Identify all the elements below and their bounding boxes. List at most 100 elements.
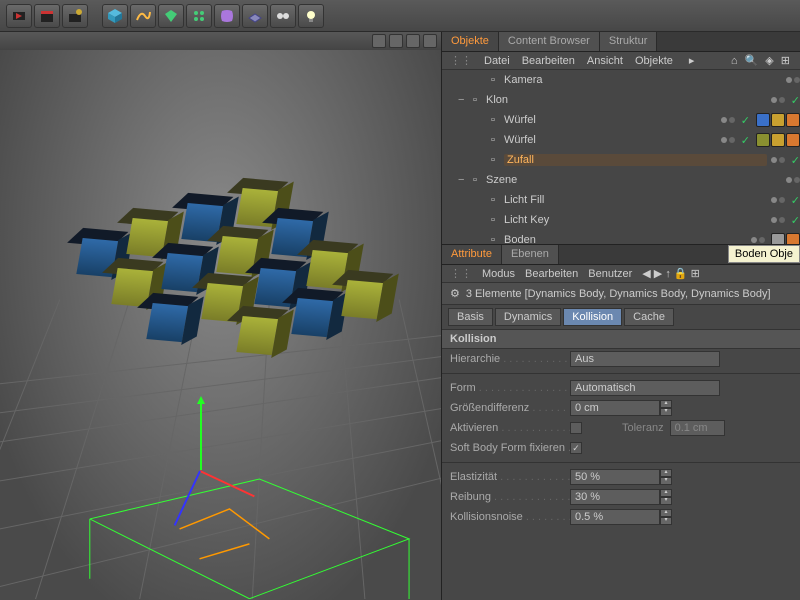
menu-ansicht[interactable]: Ansicht: [587, 55, 623, 67]
tree-row[interactable]: ▫Boden: [442, 230, 800, 245]
clapper-icon[interactable]: [34, 4, 60, 28]
object-manager-menu: ⋮⋮ Datei Bearbeiten Ansicht Objekte ▸ ⌂ …: [442, 52, 800, 70]
attribute-tabs: Attribute Ebenen Boden Obje: [442, 245, 800, 265]
spinner-noise[interactable]: ▴▾: [660, 509, 672, 525]
tree-label[interactable]: Licht Fill: [504, 194, 767, 206]
label-reibung: Reibung: [450, 491, 570, 503]
visibility-dots[interactable]: [786, 177, 800, 183]
menu-datei[interactable]: Datei: [484, 55, 510, 67]
viewport[interactable]: [0, 32, 442, 600]
input-groesse[interactable]: 0 cm: [570, 400, 660, 416]
input-noise[interactable]: 0.5 %: [570, 509, 660, 525]
tree-row[interactable]: ▫Würfel✓: [442, 110, 800, 130]
vp-zoom-icon[interactable]: [406, 34, 420, 48]
record-icon[interactable]: [6, 4, 32, 28]
vp-move-icon[interactable]: [372, 34, 386, 48]
deformer-icon[interactable]: [214, 4, 240, 28]
tab-objekte[interactable]: Objekte: [442, 32, 499, 51]
tree-row[interactable]: ▫Würfel✓: [442, 130, 800, 150]
tree-label[interactable]: Szene: [486, 174, 782, 186]
viewport-canvas[interactable]: [0, 50, 441, 600]
label-toleranz: Toleranz: [622, 422, 664, 434]
light-small-icon: ▫: [486, 193, 500, 207]
tree-label[interactable]: Würfel: [504, 114, 717, 126]
clone-icon: ▫: [468, 93, 482, 107]
menu-objekte[interactable]: Objekte: [635, 55, 673, 67]
tree-label[interactable]: Klon: [486, 94, 767, 106]
input-reibung[interactable]: 30 %: [570, 489, 660, 505]
floor-icon[interactable]: [242, 4, 268, 28]
subtab-dynamics[interactable]: Dynamics: [495, 308, 561, 326]
tab-attribute[interactable]: Attribute: [442, 245, 502, 264]
vp-rotate-icon[interactable]: [389, 34, 403, 48]
subtab-kollision[interactable]: Kollision: [563, 308, 622, 326]
tree-toggle[interactable]: −: [458, 174, 468, 186]
tree-row[interactable]: ▫ Licht Fill ✓: [442, 190, 800, 210]
tree-row[interactable]: −▫ Klon ✓: [442, 90, 800, 110]
tab-struktur[interactable]: Struktur: [600, 32, 658, 51]
tree-label[interactable]: Licht Key: [504, 214, 767, 226]
spinner-elast[interactable]: ▴▾: [660, 469, 672, 485]
camera-icon[interactable]: [270, 4, 296, 28]
tree-row[interactable]: ▫Kamera: [442, 70, 800, 90]
subtab-cache[interactable]: Cache: [624, 308, 674, 326]
visibility-dots[interactable]: [771, 157, 785, 163]
attribute-panel: ⚙ 3 Elemente [Dynamics Body, Dynamics Bo…: [442, 283, 800, 600]
menu-benutzer[interactable]: Benutzer: [588, 268, 632, 280]
tree-label[interactable]: Boden: [504, 234, 747, 245]
input-elast[interactable]: 50 %: [570, 469, 660, 485]
clapper-gear-icon[interactable]: [62, 4, 88, 28]
tree-row[interactable]: ▫Zufall✓: [442, 150, 800, 170]
light-icon[interactable]: [298, 4, 324, 28]
viewport-toolbar: [0, 32, 441, 50]
check-icon[interactable]: ✓: [791, 194, 800, 207]
checkbox-aktivieren[interactable]: [570, 422, 582, 434]
grid: [0, 50, 441, 599]
visibility-dots[interactable]: [771, 197, 785, 203]
check-icon[interactable]: ✓: [791, 94, 800, 107]
check-icon[interactable]: ✓: [741, 114, 750, 127]
dropdown-form[interactable]: Automatisch: [570, 380, 720, 396]
label-groesse: Größendifferenz: [450, 402, 570, 414]
array-icon[interactable]: [186, 4, 212, 28]
axis-y[interactable]: [200, 400, 202, 470]
tooltip: Boden Obje: [728, 245, 800, 263]
input-toleranz[interactable]: 0.1 cm: [670, 420, 725, 436]
subtab-basis[interactable]: Basis: [448, 308, 493, 326]
cube-primitive-icon[interactable]: [102, 4, 128, 28]
visibility-dots[interactable]: [721, 137, 735, 143]
tab-content-browser[interactable]: Content Browser: [499, 32, 600, 51]
label-hierarchie: Hierarchie: [450, 353, 570, 365]
tree-label[interactable]: Zufall: [504, 154, 767, 166]
menu-bearbeiten[interactable]: Bearbeiten: [522, 55, 575, 67]
visibility-dots[interactable]: [771, 97, 785, 103]
nurbs-icon[interactable]: [158, 4, 184, 28]
spline-icon[interactable]: [130, 4, 156, 28]
tab-ebenen[interactable]: Ebenen: [502, 245, 559, 264]
attr-nav-icons[interactable]: ◀ ▶ ↑ 🔒 ⊞: [642, 267, 700, 280]
visibility-dots[interactable]: [786, 77, 800, 83]
spinner-reibung[interactable]: ▴▾: [660, 489, 672, 505]
tree-label[interactable]: Würfel: [504, 134, 717, 146]
visibility-dots[interactable]: [751, 237, 765, 243]
tree-label[interactable]: Kamera: [504, 74, 782, 86]
dropdown-hierarchie[interactable]: Aus: [570, 351, 720, 367]
object-tags[interactable]: [771, 233, 800, 245]
manager-icons[interactable]: ⌂ 🔍 ◈ ⊞: [731, 54, 792, 67]
tree-toggle[interactable]: −: [458, 94, 468, 106]
check-icon[interactable]: ✓: [741, 134, 750, 147]
spinner-groesse[interactable]: ▴▾: [660, 400, 672, 416]
object-tags[interactable]: [756, 133, 800, 147]
visibility-dots[interactable]: [721, 117, 735, 123]
vp-layout-icon[interactable]: [423, 34, 437, 48]
object-tree[interactable]: ▫Kamera−▫Klon✓▫Würfel✓▫Würfel✓▫Zufall✓−▫…: [442, 70, 800, 245]
object-tags[interactable]: [756, 113, 800, 127]
menu-modus[interactable]: Modus: [482, 268, 515, 280]
check-icon[interactable]: ✓: [791, 154, 800, 167]
visibility-dots[interactable]: [771, 217, 785, 223]
tree-row[interactable]: −▫Szene: [442, 170, 800, 190]
menu-bearbeiten2[interactable]: Bearbeiten: [525, 268, 578, 280]
tree-row[interactable]: ▫Licht Key✓: [442, 210, 800, 230]
checkbox-softbody[interactable]: ✓: [570, 442, 582, 454]
check-icon[interactable]: ✓: [791, 214, 800, 227]
